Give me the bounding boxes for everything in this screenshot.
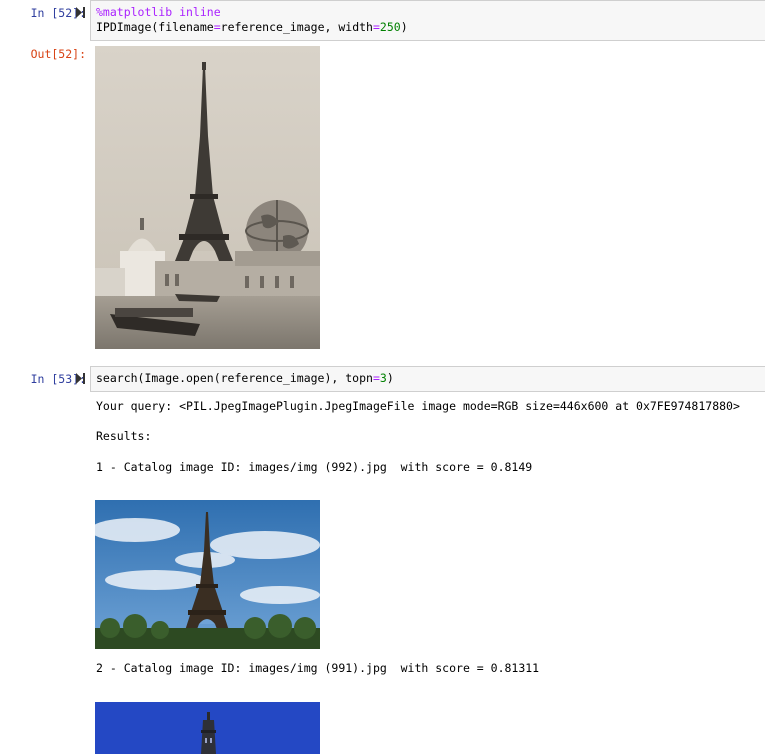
- output-prompt-52: Out[52]:: [30, 47, 86, 61]
- run-cell-icon[interactable]: [76, 7, 86, 18]
- vintage-eiffel-tower-photo: [95, 46, 320, 349]
- eiffel-tower-cloudy-sky-photo: [95, 500, 320, 649]
- run-cell-icon[interactable]: [76, 373, 86, 384]
- code-line-call: IPDImage(filename=reference_image, width…: [96, 20, 408, 34]
- eiffel-tower-blue-sky-photo: [95, 702, 320, 754]
- input-prompt-52: In [52]:: [30, 6, 86, 20]
- code-cell-53[interactable]: search(Image.open(reference_image), topn…: [90, 366, 765, 392]
- results-label: Results:: [96, 429, 152, 443]
- input-prompt-53: In [53]:: [30, 372, 86, 386]
- query-output-text: Your query: <PIL.JpegImagePlugin.JpegIma…: [96, 399, 740, 413]
- code-line-search: search(Image.open(reference_image), topn…: [96, 371, 394, 385]
- result-line-2: 2 - Catalog image ID: images/img (991).j…: [96, 661, 540, 675]
- code-cell-52[interactable]: %matplotlib inline IPDImage(filename=ref…: [90, 0, 765, 41]
- code-line-magic: %matplotlib inline: [96, 5, 221, 19]
- result-line-1: 1 - Catalog image ID: images/img (992).j…: [96, 460, 533, 474]
